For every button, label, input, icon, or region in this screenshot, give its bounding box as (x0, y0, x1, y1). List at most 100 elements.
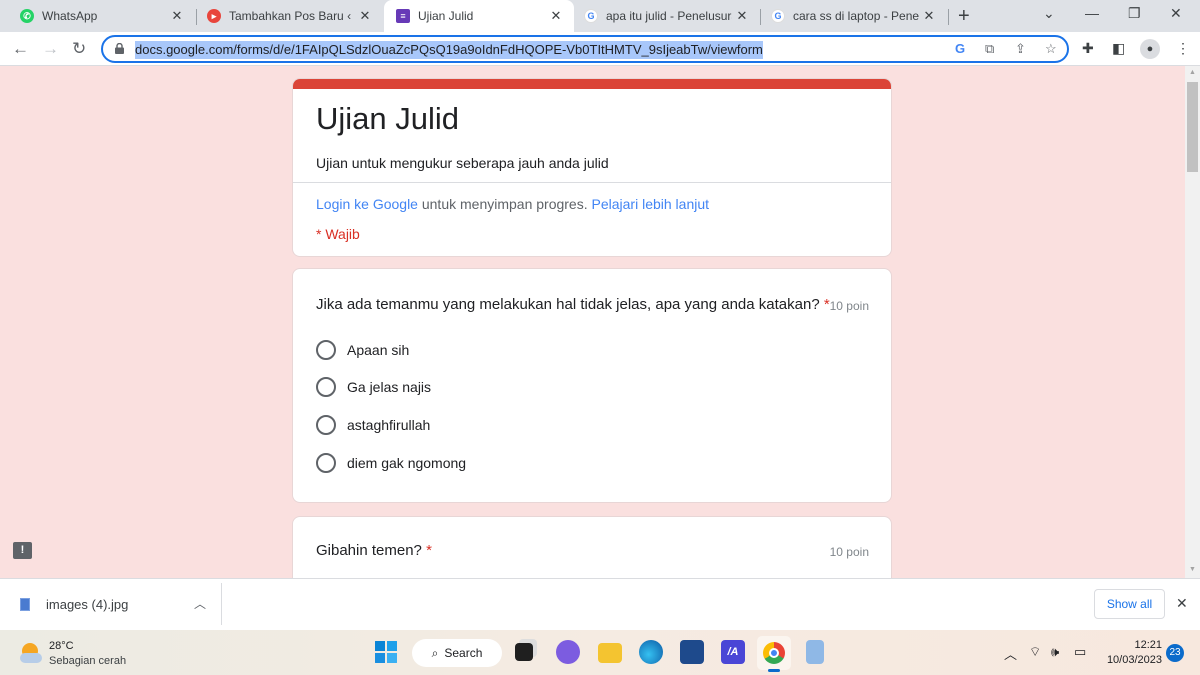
close-tab-icon[interactable]: ✕ (357, 8, 373, 24)
radio-option[interactable]: Ga jelas najis (316, 377, 431, 397)
tab-label: Ujian Julid (418, 9, 474, 23)
option-label: diem gak ngomong (347, 455, 467, 471)
question-text: Gibahin temen? (316, 542, 422, 559)
tab-label: Tambahkan Pos Baru ‹ Cia (229, 9, 355, 23)
whatsapp-icon: ✆ (20, 9, 34, 23)
blog-icon: ▸ (207, 9, 221, 23)
close-tab-icon[interactable]: ✕ (169, 8, 185, 24)
scroll-up-icon[interactable]: ▲ (1189, 69, 1196, 76)
menu-kebab-icon[interactable]: ⋮ (1176, 40, 1190, 57)
form-page: Ujian Julid Ujian untuk mengukur seberap… (0, 66, 1185, 578)
question-card: Gibahin temen? * 10 poin (292, 516, 892, 578)
login-text: untuk menyimpan progres. (417, 196, 592, 212)
download-filename[interactable]: images (4).jpg (46, 597, 128, 612)
task-view-icon[interactable] (515, 643, 533, 661)
radio-button[interactable] (316, 340, 336, 360)
system-clock[interactable]: 12:21 10/03/2023 (1100, 638, 1162, 668)
tab-label: apa itu julid - Penelusuran (606, 9, 732, 23)
scroll-down-icon[interactable]: ▼ (1189, 566, 1196, 573)
extensions-icon[interactable]: ✚ (1082, 40, 1094, 57)
windows-taskbar: 28°C Sebagian cerah ⌕ Search /A ︿ ⌔ 🕪 ▭ 12… (0, 630, 1200, 675)
file-explorer-icon[interactable] (598, 643, 622, 663)
temperature: 28°C (49, 640, 74, 652)
radio-option[interactable]: astaghfirullah (316, 415, 430, 435)
weather-widget[interactable]: 28°C Sebagian cerah (20, 639, 126, 669)
clock-date: 10/03/2023 (1106, 654, 1162, 666)
tab-whatsapp[interactable]: ✆ WhatsApp ✕ (0, 0, 195, 32)
close-tab-icon[interactable]: ✕ (548, 8, 564, 24)
scrollbar-thumb[interactable] (1187, 82, 1198, 172)
reload-icon[interactable]: ↻ (72, 39, 86, 59)
option-label: Ga jelas najis (347, 379, 432, 395)
question-points: 10 poin (829, 545, 869, 559)
tab-separator (948, 9, 949, 25)
image-file-icon (20, 598, 30, 611)
edge-browser-icon[interactable] (639, 640, 663, 664)
required-note: * Wajib (316, 226, 360, 242)
battery-charging-icon[interactable]: ▭ (1074, 644, 1086, 660)
share-icon[interactable]: ⇪ (1015, 41, 1026, 57)
close-download-bar-icon[interactable]: ✕ (1176, 595, 1188, 612)
side-panel-icon[interactable]: ◧ (1112, 40, 1125, 57)
google-icon: G (584, 9, 598, 23)
close-window-icon[interactable]: ✕ (1170, 5, 1182, 22)
tab-search-chevron-icon[interactable]: ⌄ (1043, 5, 1055, 22)
report-feedback-icon[interactable]: ! (13, 542, 32, 559)
lock-icon[interactable] (115, 43, 124, 54)
forward-icon[interactable]: → (42, 39, 59, 59)
tab-label: WhatsApp (42, 9, 98, 23)
volume-icon[interactable]: 🕪 (1051, 644, 1059, 660)
active-app-indicator (768, 669, 780, 672)
notepad-icon[interactable] (806, 640, 824, 664)
radio-button[interactable] (316, 377, 336, 397)
google-forms-icon: ≡ (396, 9, 410, 23)
translate-icon[interactable]: ⧉ (985, 41, 994, 57)
close-tab-icon[interactable]: ✕ (734, 8, 750, 24)
search-label: Search (444, 646, 483, 660)
tab-search-ss[interactable]: G cara ss di laptop - Penelusuran ✕ (761, 0, 947, 32)
teams-chat-icon[interactable] (556, 640, 580, 664)
notification-badge[interactable]: 23 (1166, 644, 1184, 662)
browser-toolbar: ← → ↻ docs.google.com/forms/d/e/1FAIpQLS… (0, 32, 1200, 66)
tab-strip: ✆ WhatsApp ✕ ▸ Tambahkan Pos Baru ‹ Cia … (0, 0, 1200, 32)
chevron-up-icon[interactable]: ︿ (194, 595, 206, 612)
url-text[interactable]: docs.google.com/forms/d/e/1FAIpQLSdzlOua… (135, 41, 763, 59)
form-title: Ujian Julid (316, 101, 460, 136)
partly-sunny-icon (20, 643, 42, 665)
taskbar-search[interactable]: ⌕ Search (412, 639, 502, 667)
tab-ujian-julid[interactable]: ≡ Ujian Julid ✕ (384, 0, 574, 32)
back-icon[interactable]: ← (12, 39, 29, 59)
form-description: Ujian untuk mengukur seberapa jauh anda … (316, 155, 609, 171)
wifi-icon[interactable]: ⌔ (1029, 644, 1041, 660)
close-tab-icon[interactable]: ✕ (921, 8, 937, 24)
restore-icon[interactable]: ❐ (1128, 5, 1141, 22)
address-bar[interactable]: docs.google.com/forms/d/e/1FAIpQLSdzlOua… (101, 35, 1069, 63)
question-title: Gibahin temen? * (316, 542, 432, 559)
show-hidden-icons-chevron[interactable]: ︿ (1004, 644, 1017, 663)
bookmark-star-icon[interactable]: ☆ (1045, 41, 1057, 57)
question-text: Jika ada temanmu yang melakukan hal tida… (316, 296, 820, 313)
microsoft-store-icon[interactable] (680, 640, 704, 664)
new-tab-button[interactable]: + (958, 5, 970, 28)
download-item[interactable]: images (4).jpg (20, 597, 128, 612)
divider (221, 583, 222, 625)
tab-search-julid[interactable]: G apa itu julid - Penelusuran ✕ (574, 0, 760, 32)
google-lens-icon[interactable]: G (955, 41, 965, 56)
form-header-card: Ujian Julid Ujian untuk mengukur seberap… (292, 78, 892, 257)
app-icon[interactable]: /A (721, 640, 745, 664)
windows-start-icon[interactable] (374, 640, 398, 664)
profile-avatar-icon[interactable]: ● (1140, 39, 1160, 59)
chrome-taskbar-button[interactable] (757, 636, 791, 672)
show-all-button[interactable]: Show all (1094, 589, 1165, 619)
radio-button[interactable] (316, 453, 336, 473)
learn-more-link[interactable]: Pelajari lebih lanjut (592, 196, 710, 212)
minimize-icon[interactable]: — (1085, 5, 1099, 21)
radio-button[interactable] (316, 415, 336, 435)
login-link[interactable]: Login ke Google (316, 196, 418, 212)
scrollbar[interactable]: ▲ ▼ (1185, 66, 1200, 578)
radio-option[interactable]: diem gak ngomong (316, 453, 466, 473)
question-title: Jika ada temanmu yang melakukan hal tida… (316, 296, 830, 313)
weather-condition: Sebagian cerah (49, 655, 127, 667)
radio-option[interactable]: Apaan sih (316, 340, 409, 360)
tab-blog[interactable]: ▸ Tambahkan Pos Baru ‹ Cia ✕ (197, 0, 383, 32)
